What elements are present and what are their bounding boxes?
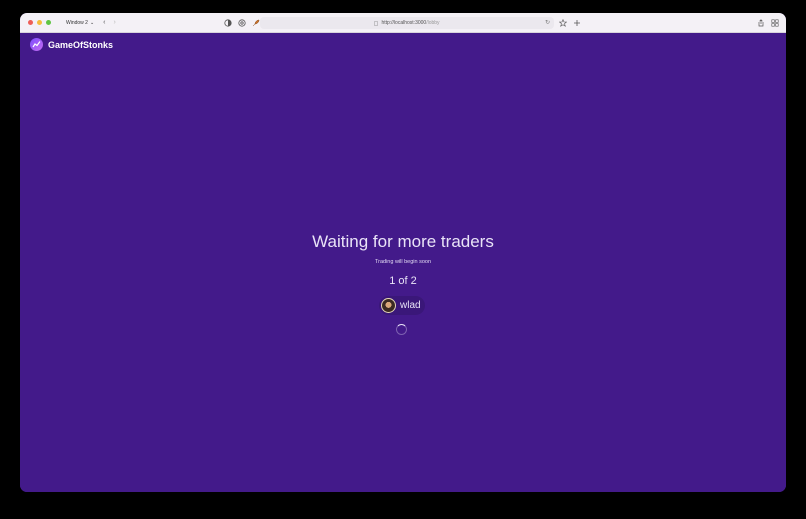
browser-window: Window 2 ⌄ ‹ › http://localhost:3000/lob… [20,13,786,492]
page-icon [374,20,379,26]
reload-icon[interactable]: ↻ [545,20,550,26]
back-button[interactable]: ‹ [103,19,105,26]
zoom-window-button[interactable] [46,20,51,25]
window-name-label: Window 2 [66,19,88,26]
shield-icon[interactable] [224,19,232,27]
chart-logo-icon [30,38,43,51]
loading-spinner-icon [396,324,407,335]
window-name-menu[interactable]: Window 2 ⌄ [66,20,94,26]
browser-toolbar: Window 2 ⌄ ‹ › http://localhost:3000/lob… [20,13,786,33]
address-url: http://localhost:3000/lobby [381,20,439,26]
avatar [381,298,396,313]
player-chip: wlad [379,296,425,315]
player-name: wlad [400,300,421,311]
page-subtitle: Trading will begin soon [374,259,432,265]
chevron-down-icon: ⌄ [89,19,95,26]
app-content: GameOfStonks Waiting for more traders Tr… [20,33,786,492]
brand-name: GameOfStonks [48,39,114,50]
url-path: /lobby [426,20,440,26]
url-host: http://localhost:3000 [381,20,427,26]
player-count: 1 of 2 [389,275,417,287]
page-title: Waiting for more traders [312,232,494,251]
address-bar[interactable]: http://localhost:3000/lobby ↻ [260,17,554,29]
settings-icon[interactable] [238,19,246,27]
star-icon[interactable] [559,19,567,27]
forward-button[interactable]: › [114,19,116,26]
new-tab-plus-icon[interactable] [573,19,581,27]
brand-link[interactable]: GameOfStonks [30,38,113,51]
tab-overview-icon[interactable] [771,19,779,27]
share-icon[interactable] [757,19,765,27]
minimize-window-button[interactable] [37,20,42,25]
window-controls [28,20,51,25]
rocket-extension-icon[interactable] [252,19,260,27]
close-window-button[interactable] [28,20,33,25]
